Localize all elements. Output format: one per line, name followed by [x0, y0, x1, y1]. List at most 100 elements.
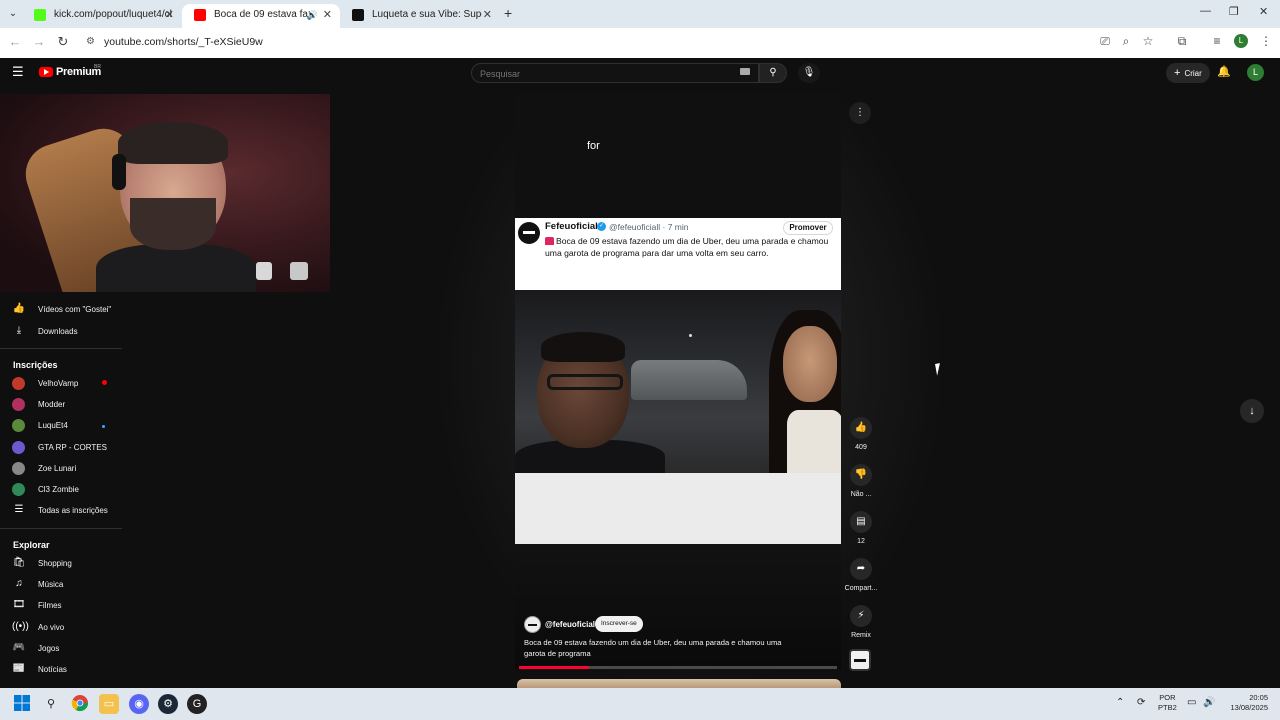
volume-icon[interactable]: 🔊 [1203, 697, 1215, 708]
subscribe-button[interactable]: Inscrever-se [595, 616, 643, 632]
comment-icon[interactable]: ▤ [850, 511, 872, 533]
channel-avatar [12, 398, 25, 411]
channel-name[interactable]: @fefeuoficial [545, 620, 595, 629]
tab-search-icon[interactable]: ⌄ [4, 5, 22, 23]
create-button[interactable]: + Criar [1166, 63, 1210, 83]
channel-avatar[interactable] [524, 616, 541, 633]
youtube-logo-icon[interactable] [39, 67, 53, 77]
keyboard-layout: PTB2 [1158, 703, 1177, 712]
extensions-icon[interactable]: ⧉ [1174, 34, 1190, 49]
discord-icon[interactable]: ◉ [129, 694, 149, 714]
system-clock[interactable]: 20:05 13/08/2025 [1218, 693, 1268, 713]
sidebar-item-news[interactable]: 📰 Notícias [0, 660, 122, 680]
voice-search-button[interactable]: 🎙 [798, 63, 820, 83]
short-player[interactable]: for Fefeuoficial ✓ @fefeuoficiall · 7 mi… [515, 92, 841, 669]
forward-icon[interactable]: → [30, 34, 48, 49]
channel-avatar [12, 483, 25, 496]
sidebar-item-movies[interactable]: 🎞 Filmes [0, 596, 122, 616]
sidebar-sub-modder[interactable]: Modder [0, 395, 122, 415]
tab-close-icon[interactable]: ✕ [165, 4, 174, 26]
media-controls-icon[interactable]: ≡ [1209, 34, 1225, 48]
tweet-card: Fefeuoficial ✓ @fefeuoficiall · 7 min Pr… [515, 218, 841, 290]
share-icon[interactable]: ➦ [850, 558, 872, 580]
remix-icon[interactable]: ⚡ [850, 605, 872, 627]
search-button[interactable]: ⚲ [759, 63, 787, 83]
reload-icon[interactable]: ↻ [54, 34, 72, 50]
search-icon[interactable]: ⚲ [41, 694, 61, 714]
tweet-text: Boca de 09 estava fazendo um dia de Uber… [545, 236, 841, 259]
tab-title: Luqueta e sua Vibe: Super Hor [372, 9, 482, 20]
thumbs-up-icon: 👍 [12, 303, 26, 314]
windows-taskbar: ⚲ ▭ ◉ ⚙ G ⌃ ⟳ POR PTB2 ▭ 🔊 20:05 13/08/202… [0, 688, 1280, 720]
sidebar-item-shopping[interactable]: 🛍 Shopping [0, 554, 122, 574]
network-icon[interactable]: ▭ [1187, 697, 1196, 708]
sidebar-item-music[interactable]: ♫ Música [0, 575, 122, 595]
file-explorer-icon[interactable]: ▭ [99, 694, 119, 714]
more-options-icon[interactable]: ⋮ [849, 102, 871, 124]
dislike-action[interactable]: 👎 Não ... [844, 464, 878, 498]
speaker-icon[interactable]: 🔊 [307, 4, 318, 26]
sidebar-sub-cl3-zombie[interactable]: Cl3 Zombie [0, 480, 122, 500]
tab-close-icon[interactable]: ✕ [483, 4, 492, 26]
steam-icon[interactable]: ⚙ [158, 694, 178, 714]
browser-tab-youtube-short[interactable]: Boca de 09 estava fazendo 🔊 ✕ [182, 4, 340, 28]
new-tab-icon[interactable]: + [504, 5, 512, 21]
windows-start-icon[interactable] [12, 694, 32, 714]
search-input[interactable] [472, 65, 712, 83]
tab-close-icon[interactable]: ✕ [323, 4, 332, 26]
sidebar-sub-zoe-lunari[interactable]: Zoe Lunari [0, 459, 122, 479]
short-progress-bar[interactable] [519, 666, 837, 669]
close-window-icon[interactable]: ✕ [1259, 5, 1268, 18]
browser-tab-luqueta[interactable]: Luqueta e sua Vibe: Super Hor ✕ [340, 4, 500, 28]
minimize-icon[interactable]: — [1200, 5, 1211, 17]
sidebar-item-label: Zoe Lunari [38, 464, 77, 473]
like-action[interactable]: 👍 409 [844, 417, 878, 451]
browser-profile-avatar[interactable]: L [1234, 34, 1248, 48]
user-avatar[interactable]: L [1247, 64, 1264, 81]
notifications-bell-icon[interactable]: 🔔 [1217, 65, 1231, 78]
sidebar-item-downloads[interactable]: ⤓ Downloads [0, 322, 122, 342]
hamburger-menu-icon[interactable]: ☰ [12, 64, 24, 80]
browser-tab-kick[interactable]: kick.com/popout/luquet4/chat ✕ [22, 4, 182, 28]
restore-icon[interactable]: ❐ [1229, 5, 1239, 18]
sidebar-item-label: LuquEt4 [38, 421, 68, 430]
sidebar-item-label: Música [38, 580, 64, 589]
tray-overflow-icon[interactable]: ⌃ [1116, 697, 1124, 708]
app-g-icon[interactable]: G [187, 694, 207, 714]
chrome-icon[interactable] [70, 694, 90, 714]
sidebar-all-subscriptions[interactable]: ☰ Todas as inscrições [0, 501, 122, 521]
video-speck [689, 334, 692, 337]
car-rear-window [631, 360, 747, 400]
next-short-preview[interactable] [517, 679, 841, 688]
left-sidebar: 👍 Vídeos com "Gostei" ⤓ Downloads Inscri… [0, 292, 122, 688]
thumbs-up-icon[interactable]: 👍 [850, 417, 872, 439]
bookmark-star-icon[interactable]: ☆ [1140, 34, 1156, 48]
thumbs-down-icon[interactable]: 👎 [850, 464, 872, 486]
address-bar[interactable]: youtube.com/shorts/_T-eXSieU9w [104, 36, 263, 48]
short-info-overlay: @fefeuoficial Inscrever-se Boca de 09 es… [515, 544, 841, 669]
site-info-icon[interactable]: ⚙ [86, 36, 95, 47]
short-description[interactable]: Boca de 09 estava fazendo um dia de Uber… [524, 637, 794, 659]
sidebar-item-label: GTA RP - CORTES [38, 443, 107, 452]
next-short-arrow-icon[interactable]: ↓ [1240, 399, 1264, 423]
search-box[interactable] [471, 63, 759, 83]
back-icon[interactable]: ← [6, 34, 24, 49]
sidebar-item-liked-videos[interactable]: 👍 Vídeos com "Gostei" [0, 300, 122, 320]
browser-menu-icon[interactable]: ⋮ [1258, 34, 1274, 48]
sidebar-item-gaming[interactable]: 🎮 Jogos [0, 639, 122, 659]
sidebar-sub-gta-rp-cortes[interactable]: GTA RP - CORTES [0, 438, 122, 458]
keyboard-icon[interactable] [740, 68, 750, 75]
sidebar-item-live[interactable]: ((•)) Ao vivo [0, 618, 122, 638]
share-action[interactable]: ➦ Compart... [844, 558, 878, 592]
zoom-icon[interactable]: ⌕ [1118, 34, 1134, 49]
passenger-body [787, 410, 841, 473]
comments-action[interactable]: ▤ 12 [844, 511, 878, 545]
install-app-icon[interactable]: ⎚ [1097, 34, 1113, 49]
country-code: BR [94, 64, 101, 70]
sidebar-sub-velhovamp[interactable]: VelhoVamp [0, 374, 122, 394]
sidebar-sub-luquet4[interactable]: LuquEt4 [0, 416, 122, 436]
sync-icon[interactable]: ⟳ [1137, 697, 1145, 708]
remix-action[interactable]: ⚡ Remix [844, 605, 878, 639]
input-language[interactable]: POR PTB2 [1158, 693, 1177, 713]
audio-source-thumbnail[interactable] [849, 649, 871, 671]
